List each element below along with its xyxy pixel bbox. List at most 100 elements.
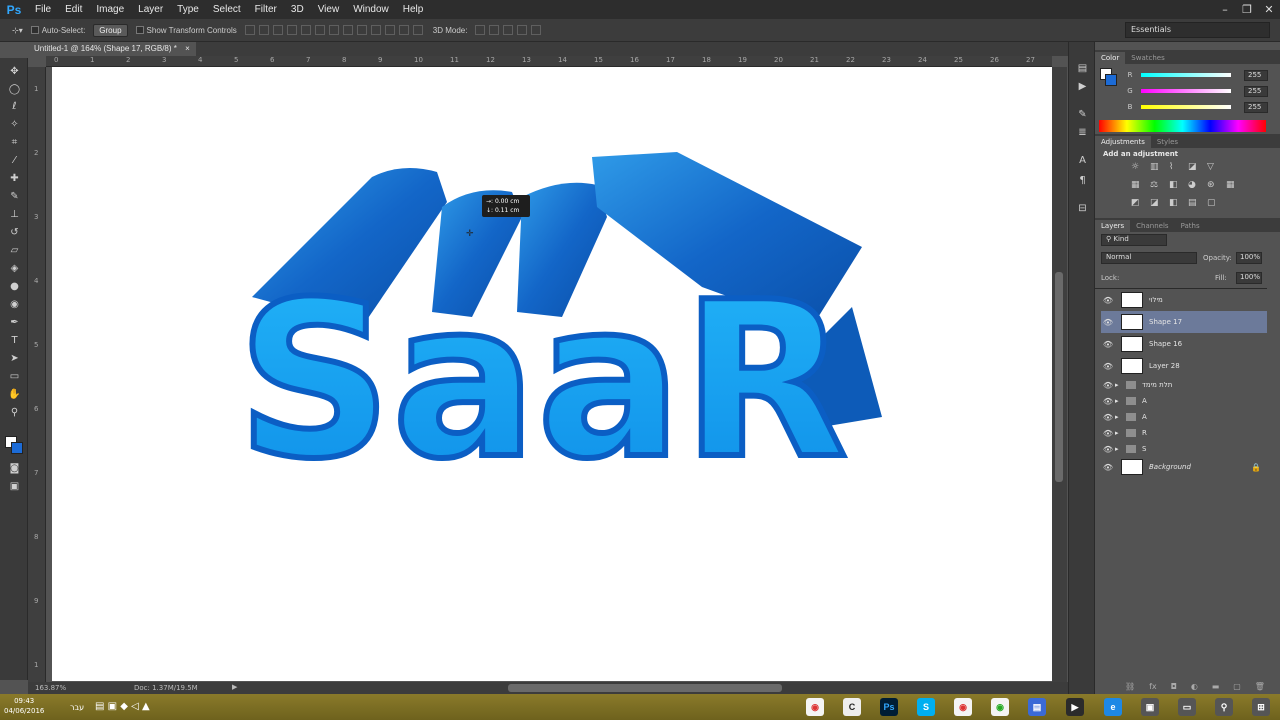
invert-icon[interactable]: ◩ xyxy=(1131,198,1146,212)
blend-mode-dropdown[interactable]: Normal xyxy=(1101,252,1197,264)
task-view-icon[interactable]: ▭ xyxy=(1178,698,1196,716)
layer-group-row[interactable]: 👁 ▸ A xyxy=(1101,393,1267,409)
rectangle-tool-icon[interactable]: ▭ xyxy=(6,369,23,384)
layer-group-row[interactable]: 👁 ▸ A xyxy=(1101,409,1267,425)
eraser-tool-icon[interactable]: ▱ xyxy=(6,243,23,258)
tab-adjustments[interactable]: Adjustments xyxy=(1095,136,1151,148)
visibility-eye-icon[interactable]: 👁 xyxy=(1101,463,1115,472)
layer-group-row[interactable]: 👁 ▸ R xyxy=(1101,425,1267,441)
curves-icon[interactable]: ⌇ xyxy=(1169,162,1184,176)
search-icon[interactable]: ⚲ xyxy=(1215,698,1233,716)
3d-drag-icon[interactable] xyxy=(503,25,514,35)
properties-panel-icon[interactable]: ⊟ xyxy=(1076,202,1089,215)
menu-edit[interactable]: Edit xyxy=(58,0,89,19)
status-menu-arrow-icon[interactable]: ▶ xyxy=(232,683,237,691)
file-manager-icon[interactable]: ▤ xyxy=(1028,698,1046,716)
align-vcenter-icon[interactable] xyxy=(258,25,269,35)
layer-row-selected[interactable]: 👁 Shape 17 xyxy=(1101,311,1267,333)
crop-tool-icon[interactable]: ⌗ xyxy=(6,135,23,150)
vibrance-icon[interactable]: ▽ xyxy=(1207,162,1222,176)
opacity-value[interactable]: 100% xyxy=(1236,252,1262,264)
blue-slider[interactable] xyxy=(1141,105,1231,109)
transform-controls-option[interactable]: Show Transform Controls xyxy=(135,26,237,35)
taskbar-clock[interactable]: 09:43 04/06/2016 xyxy=(4,696,44,716)
camtasia-icon[interactable]: C xyxy=(843,698,861,716)
selective-color-icon[interactable]: ▢ xyxy=(1207,198,1222,212)
quick-mask-icon[interactable]: ◙ xyxy=(6,461,23,476)
exposure-icon[interactable]: ◪ xyxy=(1188,162,1203,176)
history-brush-tool-icon[interactable]: ↺ xyxy=(6,225,23,240)
menu-type[interactable]: Type xyxy=(170,0,206,19)
brush-presets-icon[interactable]: ✎ xyxy=(1076,108,1089,121)
paragraph-panel-icon[interactable]: ¶ xyxy=(1076,174,1089,187)
character-panel-icon[interactable]: A xyxy=(1076,154,1089,167)
align-hcenter-icon[interactable] xyxy=(300,25,311,35)
align-bottom-icon[interactable] xyxy=(272,25,283,35)
transform-controls-checkbox[interactable] xyxy=(135,26,144,34)
blue-value[interactable]: 255 xyxy=(1244,101,1268,113)
posterize-icon[interactable]: ◪ xyxy=(1150,198,1165,212)
3d-roll-icon[interactable] xyxy=(489,25,500,35)
layer-row[interactable]: 👁 Background 🔒 xyxy=(1101,456,1267,478)
media-player-icon[interactable]: ▶ xyxy=(1066,698,1084,716)
expand-arrow-icon[interactable]: ▸ xyxy=(1115,429,1123,437)
auto-select-option[interactable]: Auto-Select: xyxy=(30,26,85,35)
workspace-dropdown[interactable]: Essentials xyxy=(1125,22,1270,38)
marquee-tool-icon[interactable]: ◯ xyxy=(6,82,23,97)
levels-icon[interactable]: ▥ xyxy=(1150,162,1165,176)
3d-slide-icon[interactable] xyxy=(517,25,528,35)
layer-row[interactable]: 👁 Layer 28 xyxy=(1101,355,1267,377)
visibility-eye-icon[interactable]: 👁 xyxy=(1101,296,1115,305)
color-spectrum[interactable] xyxy=(1099,120,1266,132)
zoom-level[interactable]: 163.87% xyxy=(35,684,66,692)
distribute-top-icon[interactable] xyxy=(328,25,339,35)
new-group-icon[interactable]: ▬ xyxy=(1212,682,1220,692)
visibility-eye-icon[interactable]: 👁 xyxy=(1101,381,1115,390)
minimize-icon[interactable]: – xyxy=(1214,0,1236,19)
link-layers-icon[interactable]: ⛓ xyxy=(1125,682,1135,692)
actions-panel-icon[interactable]: ▶ xyxy=(1076,80,1089,93)
add-mask-icon[interactable]: ◘ xyxy=(1171,682,1177,692)
restore-icon[interactable]: ❐ xyxy=(1236,0,1258,19)
tab-layers[interactable]: Layers xyxy=(1095,220,1131,232)
language-indicator[interactable]: עבר xyxy=(70,703,84,712)
chrome-icon-3[interactable]: ◉ xyxy=(991,698,1009,716)
expand-arrow-icon[interactable]: ▸ xyxy=(1115,381,1123,389)
start-menu-icon[interactable]: ⊞ xyxy=(1252,698,1270,716)
color-balance-icon[interactable]: ⚖ xyxy=(1150,180,1165,194)
vertical-scrollbar-thumb[interactable] xyxy=(1055,272,1063,482)
delete-layer-icon[interactable]: 🗑 xyxy=(1255,682,1265,692)
photo-filter-icon[interactable]: ◕ xyxy=(1188,180,1203,194)
hue-saturation-icon[interactable]: ▦ xyxy=(1131,180,1146,194)
visibility-eye-icon[interactable]: 👁 xyxy=(1101,318,1115,327)
tray-icons[interactable]: ▤ ▣ ◆ ◁ ▲ xyxy=(95,701,150,712)
tab-swatches[interactable]: Swatches xyxy=(1125,52,1170,64)
menu-layer[interactable]: Layer xyxy=(131,0,170,19)
tab-styles[interactable]: Styles xyxy=(1151,136,1184,148)
align-top-icon[interactable] xyxy=(244,25,255,35)
distribute-right-icon[interactable] xyxy=(398,25,409,35)
eyedropper-tool-icon[interactable]: ⁄ xyxy=(6,153,23,168)
green-slider[interactable] xyxy=(1141,89,1231,93)
3d-rotate-icon[interactable] xyxy=(475,25,486,35)
document-tab[interactable]: Untitled-1 @ 164% (Shape 17, RGB/8) * × xyxy=(28,42,196,56)
close-icon[interactable]: ✕ xyxy=(1258,0,1280,19)
edge-icon[interactable]: e xyxy=(1104,698,1122,716)
layer-row[interactable]: 👁 Shape 16 xyxy=(1101,333,1267,355)
align-right-icon[interactable] xyxy=(314,25,325,35)
visibility-eye-icon[interactable]: 👁 xyxy=(1101,362,1115,371)
visibility-eye-icon[interactable]: 👁 xyxy=(1101,340,1115,349)
tab-channels[interactable]: Channels xyxy=(1130,220,1174,232)
visibility-eye-icon[interactable]: 👁 xyxy=(1101,445,1115,454)
align-left-icon[interactable] xyxy=(286,25,297,35)
3d-scale-icon[interactable] xyxy=(531,25,542,35)
new-adjustment-icon[interactable]: ◐ xyxy=(1191,682,1198,692)
auto-align-icon[interactable] xyxy=(412,25,423,35)
move-tool-icon[interactable]: ⊹▾ xyxy=(12,26,23,35)
type-tool-icon[interactable]: T xyxy=(6,333,23,348)
expand-arrow-icon[interactable]: ▸ xyxy=(1115,397,1123,405)
magic-wand-tool-icon[interactable]: ✧ xyxy=(6,117,23,132)
layer-filter-dropdown[interactable]: ⚲ Kind xyxy=(1101,234,1167,246)
distribute-bottom-icon[interactable] xyxy=(356,25,367,35)
menu-select[interactable]: Select xyxy=(206,0,248,19)
